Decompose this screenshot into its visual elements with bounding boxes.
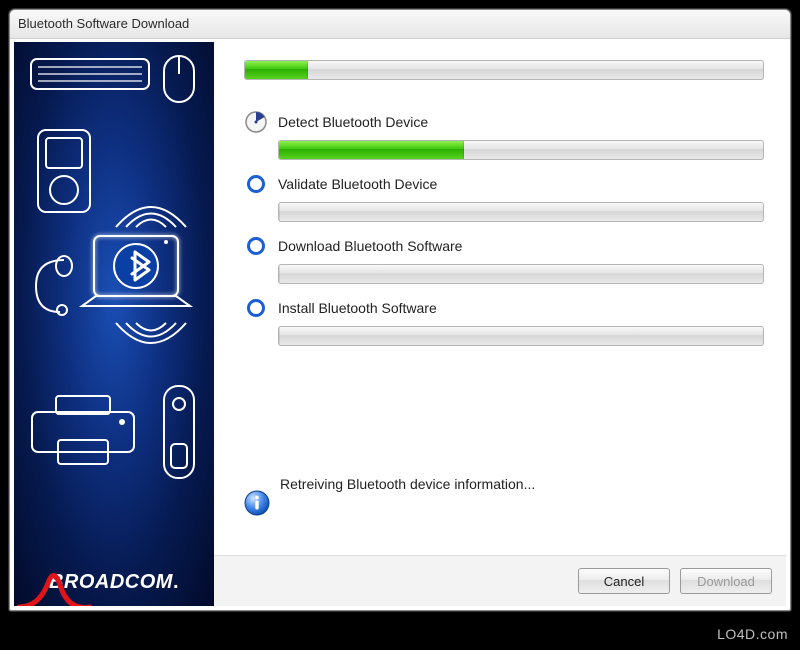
step-progress-bar — [278, 326, 764, 346]
pending-step-icon — [244, 296, 268, 320]
remote-icon — [162, 384, 196, 480]
canvas: Bluetooth Software Download — [0, 0, 800, 650]
step-label: Detect Bluetooth Device — [278, 114, 428, 130]
brand-logo: BROADCOM. — [14, 571, 214, 594]
dialog-footer: Cancel Download — [214, 555, 786, 606]
overall-progress-bar — [244, 60, 764, 80]
window-titlebar[interactable]: Bluetooth Software Download — [10, 10, 790, 39]
brand-suffix: . — [173, 571, 179, 593]
watermark-text: LO4D.com — [717, 626, 788, 642]
bluetooth-laptop-icon — [76, 230, 196, 322]
step-label: Download Bluetooth Software — [278, 238, 462, 254]
step-progress-bar — [278, 264, 764, 284]
step-download: Download Bluetooth Software — [244, 232, 764, 284]
status-row: Retreiving Bluetooth device information.… — [244, 476, 764, 516]
mouse-icon — [162, 54, 196, 104]
step-progress-fill — [279, 327, 280, 345]
main-panel: Detect Bluetooth Device Validate Bluetoo… — [214, 42, 786, 606]
step-progress-bar — [278, 140, 764, 160]
signal-arcs-bottom-icon — [106, 318, 196, 368]
step-progress-bar — [278, 202, 764, 222]
download-button: Download — [680, 568, 772, 594]
pending-step-icon — [244, 234, 268, 258]
sidebar-illustration: BROADCOM. — [14, 42, 214, 606]
signal-arcs-top-icon — [106, 182, 196, 232]
step-progress-fill — [279, 265, 280, 283]
dialog-body: BROADCOM. — [14, 42, 786, 606]
clock-progress-icon — [244, 110, 268, 134]
step-detect: Detect Bluetooth Device — [244, 108, 764, 160]
step-validate: Validate Bluetooth Device — [244, 170, 764, 222]
step-install: Install Bluetooth Software — [244, 294, 764, 346]
cancel-button[interactable]: Cancel — [578, 568, 670, 594]
overall-progress-fill — [245, 61, 308, 79]
status-text: Retreiving Bluetooth device information.… — [280, 476, 535, 492]
headset-icon — [26, 252, 76, 322]
step-label: Validate Bluetooth Device — [278, 176, 437, 192]
installer-dialog: Bluetooth Software Download — [9, 9, 791, 611]
step-label: Install Bluetooth Software — [278, 300, 437, 316]
brand-wave-icon — [14, 571, 134, 606]
keyboard-icon — [30, 58, 150, 96]
step-progress-fill — [279, 141, 464, 159]
printer-icon — [28, 392, 138, 468]
pending-step-icon — [244, 172, 268, 196]
info-icon — [244, 490, 270, 516]
step-progress-fill — [279, 203, 280, 221]
media-player-icon — [36, 128, 92, 214]
window-title: Bluetooth Software Download — [18, 16, 189, 31]
